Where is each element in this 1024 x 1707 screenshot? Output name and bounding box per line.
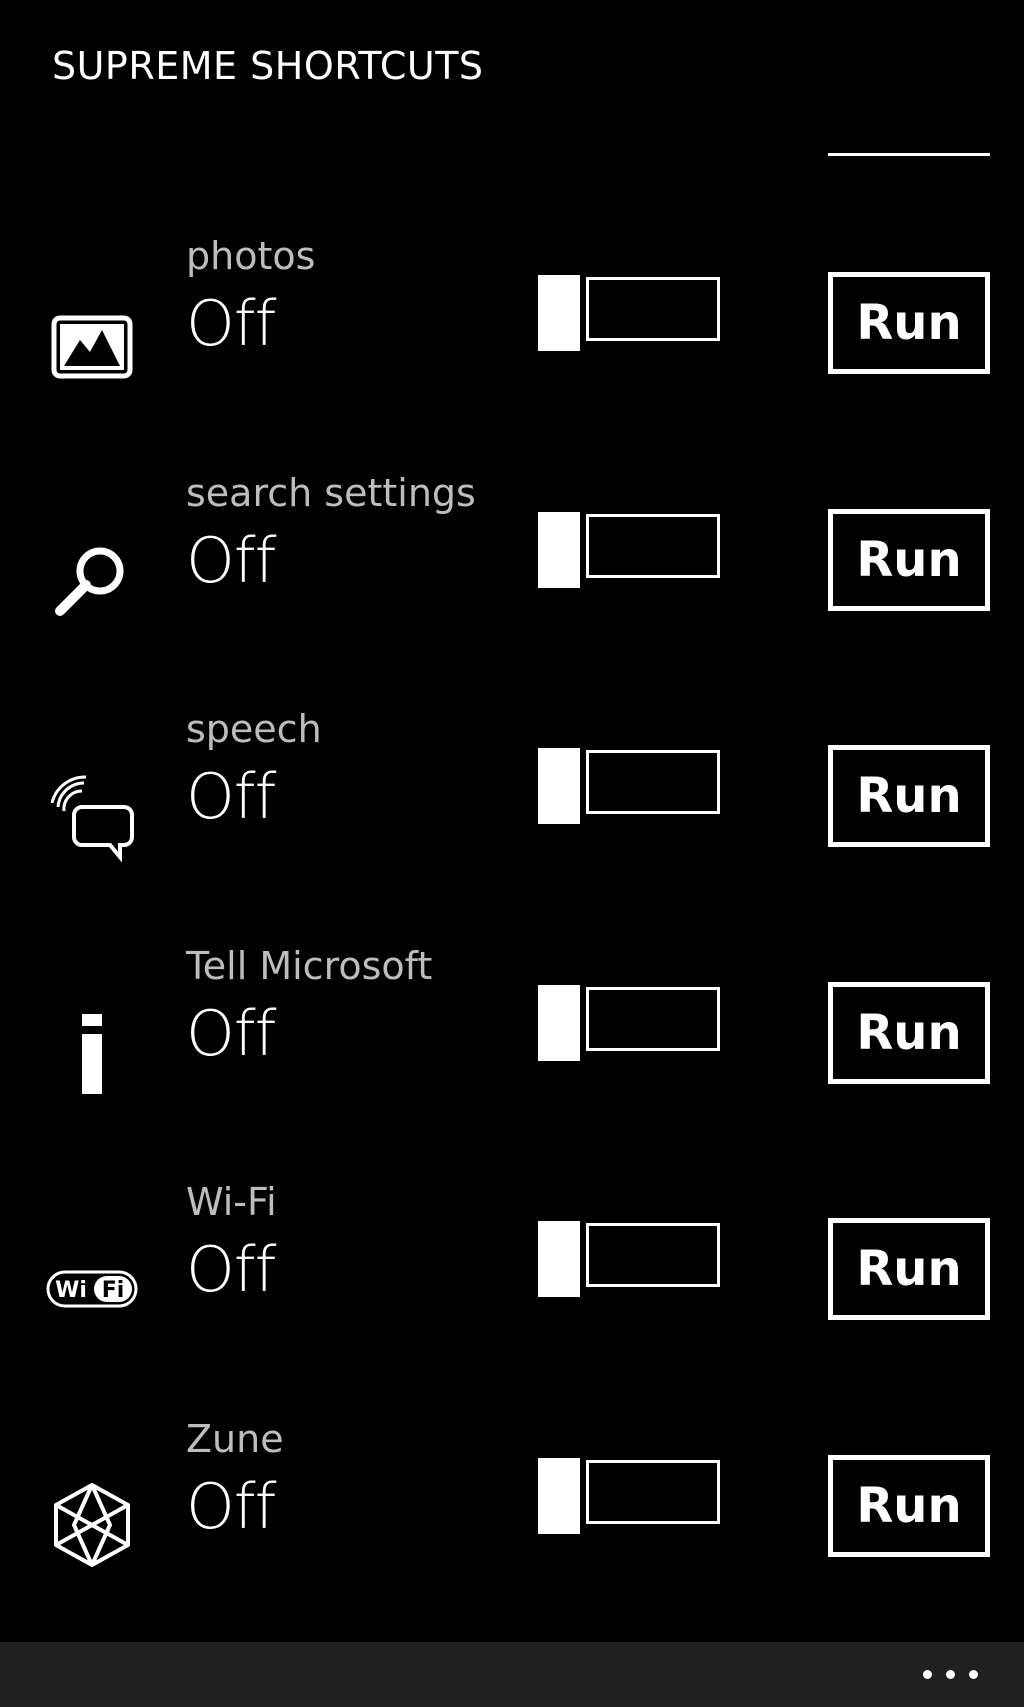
- shortcut-status: Off: [186, 997, 276, 1070]
- toggle-thumb: [538, 275, 580, 351]
- shortcut-status: Off: [186, 524, 276, 597]
- dot: [946, 1670, 955, 1679]
- shortcut-row-speech: speech Off Run: [0, 705, 1024, 865]
- toggle-thumb: [538, 512, 580, 588]
- toggle-track: [586, 514, 720, 578]
- toggle-thumb: [538, 1458, 580, 1534]
- application-bar: [0, 1642, 1024, 1707]
- shortcut-label: Wi-Fi: [186, 1180, 277, 1224]
- toggle-switch[interactable]: [536, 748, 726, 824]
- toggle-track: [586, 987, 720, 1051]
- shortcut-row-photos: photos Off Run: [0, 232, 1024, 392]
- photos-icon: [44, 294, 140, 390]
- shortcut-row-search-settings: search settings Off Run: [0, 469, 1024, 629]
- run-button[interactable]: Run: [828, 272, 990, 374]
- run-button[interactable]: Run: [828, 509, 990, 611]
- toggle-track: [586, 1460, 720, 1524]
- run-button[interactable]: Run: [828, 745, 990, 847]
- toggle-switch[interactable]: [536, 1221, 726, 1297]
- toggle-thumb: [538, 985, 580, 1061]
- toggle-track: [586, 277, 720, 341]
- shortcut-row-tell-microsoft: Tell Microsoft Off Run: [0, 942, 1024, 1102]
- toggle-thumb: [538, 1221, 580, 1297]
- wifi-icon: Wi Fi: [44, 1240, 140, 1336]
- toggle-track: [586, 1223, 720, 1287]
- toggle-switch[interactable]: [536, 1458, 726, 1534]
- shortcut-status: Off: [186, 287, 276, 360]
- zune-icon: [44, 1477, 140, 1573]
- shortcut-status: Off: [186, 1470, 276, 1543]
- shortcut-row-zune: Zune Off Run: [0, 1415, 1024, 1575]
- shortcut-row-wi-fi: Wi Fi Wi-Fi Off Run: [0, 1178, 1024, 1338]
- shortcut-label: search settings: [186, 471, 476, 515]
- toggle-switch[interactable]: [536, 985, 726, 1061]
- search-icon: [44, 531, 140, 627]
- run-button[interactable]: Run: [828, 982, 990, 1084]
- app-title: SUPREME SHORTCUTS: [52, 44, 484, 88]
- shortcut-label: Zune: [186, 1417, 284, 1461]
- shortcut-label: speech: [186, 707, 322, 751]
- shortcut-status: Off: [186, 1233, 276, 1306]
- info-icon: [44, 1004, 140, 1100]
- toggle-track: [586, 750, 720, 814]
- shortcut-label: Tell Microsoft: [186, 944, 433, 988]
- svg-text:Wi: Wi: [55, 1278, 87, 1303]
- run-button[interactable]: Run: [828, 1455, 990, 1557]
- run-button[interactable]: Run: [828, 1218, 990, 1320]
- speech-icon: [44, 767, 140, 863]
- toggle-switch[interactable]: [536, 275, 726, 351]
- shortcut-label: photos: [186, 234, 316, 278]
- toggle-switch[interactable]: [536, 512, 726, 588]
- header-divider: [828, 153, 990, 156]
- toggle-thumb: [538, 748, 580, 824]
- more-icon[interactable]: [923, 1670, 978, 1679]
- shortcut-status: Off: [186, 760, 276, 833]
- dot: [969, 1670, 978, 1679]
- svg-text:Fi: Fi: [102, 1278, 125, 1303]
- dot: [923, 1670, 932, 1679]
